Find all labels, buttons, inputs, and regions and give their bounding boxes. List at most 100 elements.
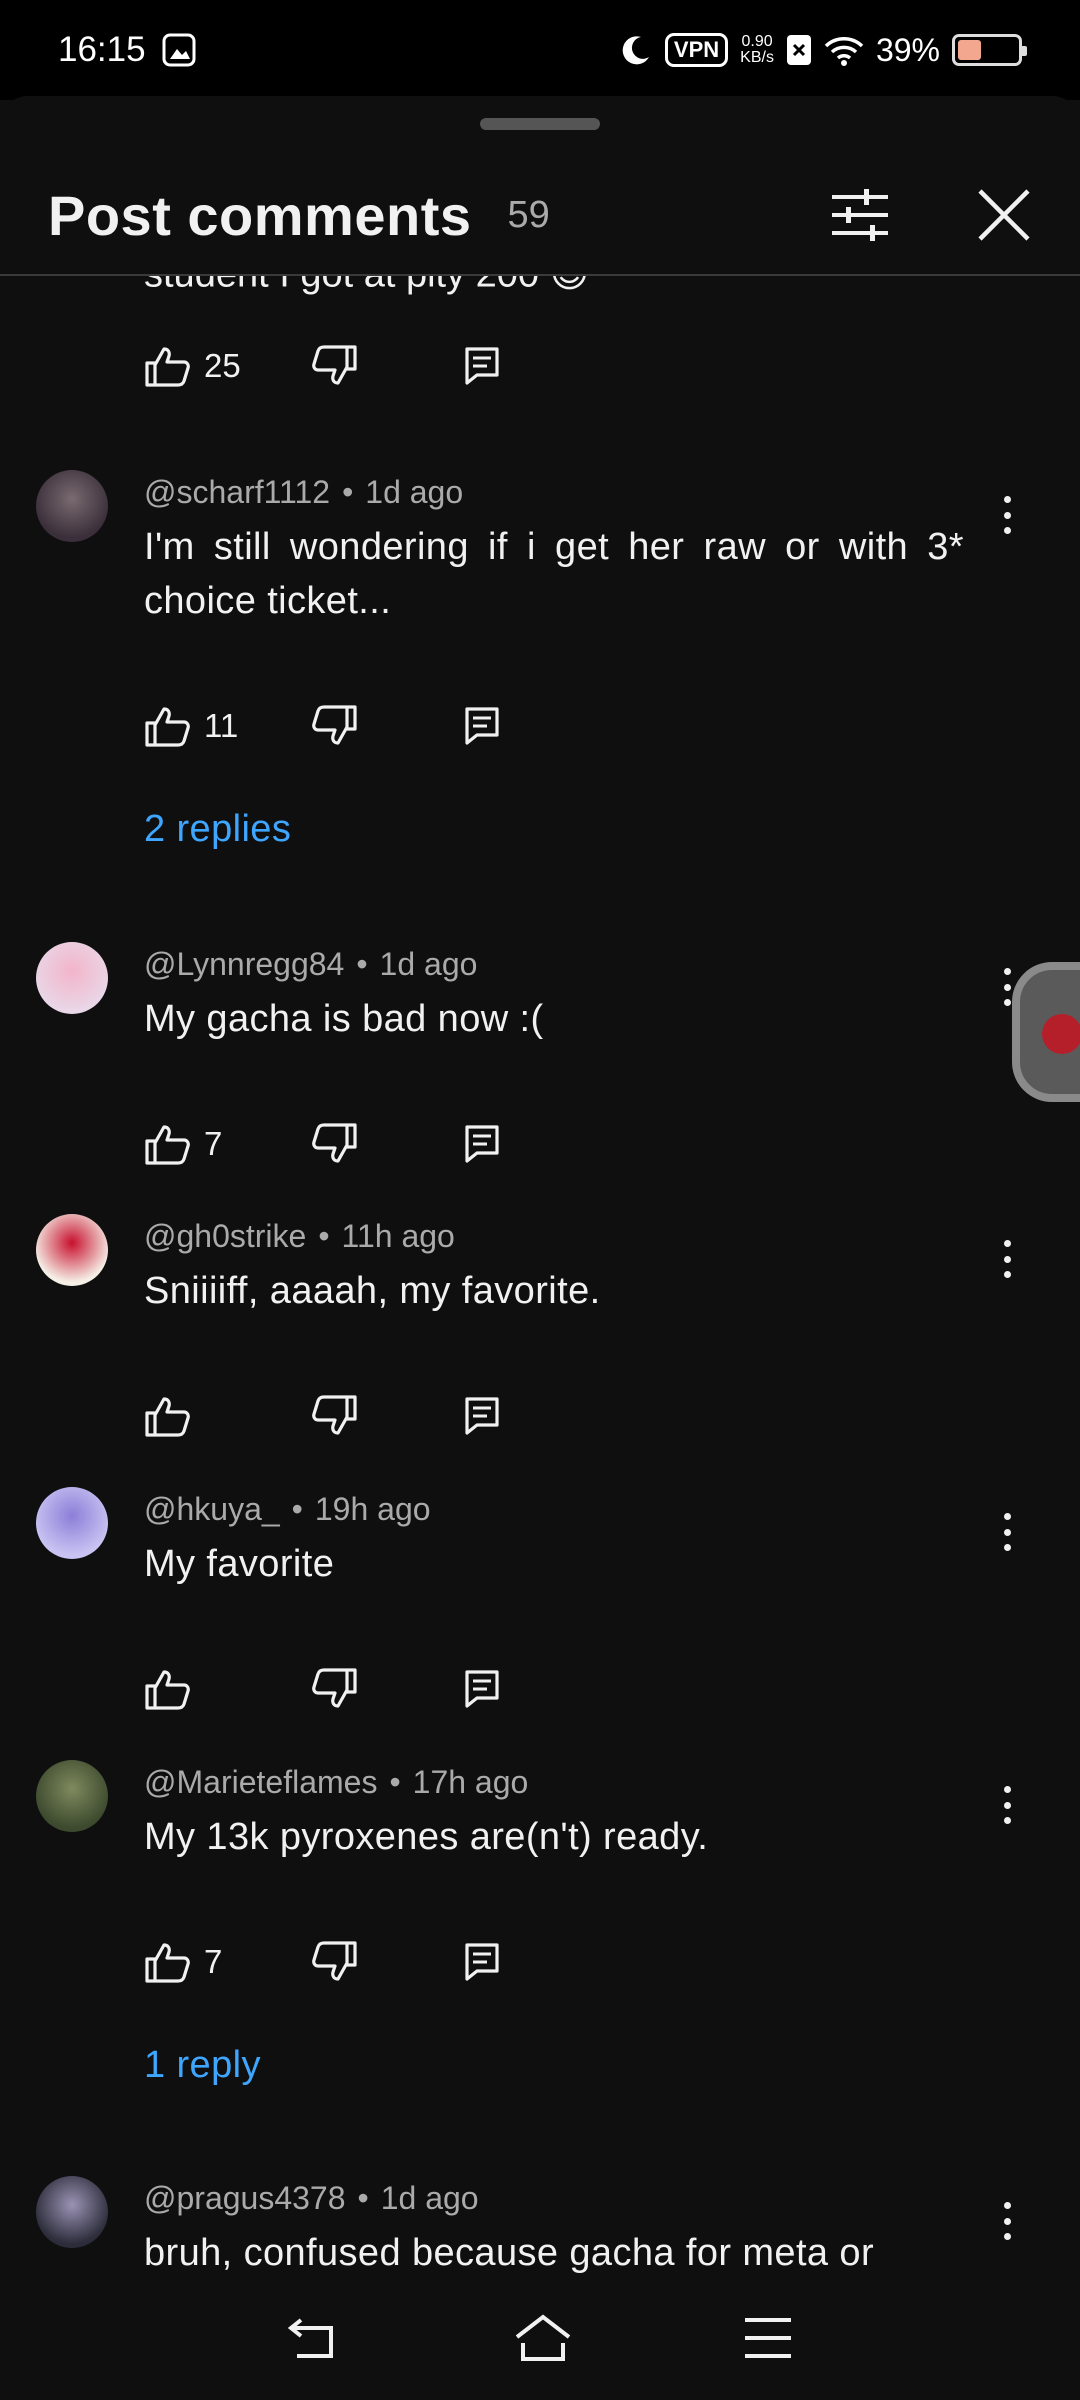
like-count: 25: [204, 347, 241, 384]
comment-reply-icon[interactable]: [464, 1669, 500, 1709]
comment-actions: [144, 1659, 500, 1719]
avatar[interactable]: [36, 1760, 108, 1832]
comment-text: bruh, confused because gacha for meta or: [144, 2232, 875, 2274]
comment-time: 1d ago: [379, 946, 478, 982]
status-right: VPN 0.90 KB/s 39%: [619, 32, 1027, 69]
kebab-dot: [1003, 1271, 1011, 1278]
comment-meta: @hkuya_ • 19h ago: [144, 1491, 431, 1528]
comment-meta: @Lynnregg84 • 1d ago: [144, 946, 477, 983]
comment-author[interactable]: @Marieteflames: [144, 1764, 377, 1800]
dislike-button[interactable]: [312, 705, 464, 747]
thumb-down-icon[interactable]: [312, 1395, 358, 1437]
kebab-dot: [1003, 527, 1011, 534]
back-icon[interactable]: [287, 2314, 343, 2367]
home-icon[interactable]: [513, 2313, 573, 2368]
like-button[interactable]: 11: [144, 705, 312, 747]
drag-handle[interactable]: [480, 118, 600, 130]
close-icon[interactable]: [976, 187, 1032, 243]
kebab-dot: [1003, 2217, 1011, 2225]
comment-time: 1d ago: [380, 2180, 479, 2216]
comment-reply-icon[interactable]: [464, 1942, 500, 1982]
like-button[interactable]: [144, 1668, 312, 1710]
comment-reply-icon[interactable]: [464, 346, 500, 386]
comment-meta: @gh0strike • 11h ago: [144, 1218, 455, 1255]
comment-actions: 25: [144, 336, 500, 396]
network-speed-unit: KB/s: [740, 49, 774, 66]
comment-author[interactable]: @gh0strike: [144, 1218, 306, 1254]
more-vert-icon[interactable]: [992, 1780, 1022, 1830]
comment-author[interactable]: @Lynnregg84: [144, 946, 344, 982]
sliders-icon[interactable]: [830, 187, 890, 243]
like-button[interactable]: 25: [144, 345, 312, 387]
thumb-up-icon[interactable]: [144, 1395, 190, 1437]
like-button[interactable]: 7: [144, 1123, 312, 1165]
battery-icon: [952, 34, 1027, 66]
dislike-button[interactable]: [312, 1395, 464, 1437]
thumb-down-icon[interactable]: [312, 1123, 358, 1165]
comment-meta: @scharf1112 • 1d ago: [144, 474, 463, 511]
comment-time: 19h ago: [314, 1491, 431, 1527]
more-vert-icon[interactable]: [992, 490, 1022, 540]
avatar[interactable]: [36, 942, 108, 1014]
floating-assistant-bubble[interactable]: [1012, 962, 1080, 1102]
gallery-notification-icon: [162, 33, 196, 67]
like-button[interactable]: [144, 1395, 312, 1437]
comment-text: My gacha is bad now :(: [144, 998, 544, 1040]
view-replies-link[interactable]: 2 replies: [144, 808, 291, 851]
like-button[interactable]: 7: [144, 1941, 312, 1983]
view-replies-link[interactable]: 1 reply: [144, 2044, 261, 2087]
comment-reply-icon[interactable]: [464, 706, 500, 746]
dislike-button[interactable]: [312, 1668, 464, 1710]
kebab-dot: [1003, 1544, 1011, 1551]
meta-separator: •: [291, 1491, 303, 1527]
thumb-up-icon[interactable]: [144, 705, 190, 747]
dislike-button[interactable]: [312, 1123, 464, 1165]
thumb-up-icon[interactable]: [144, 1941, 190, 1983]
comment-actions: [144, 1386, 500, 1446]
menu-icon[interactable]: [743, 2316, 793, 2365]
thumb-up-icon[interactable]: [144, 1123, 190, 1165]
avatar[interactable]: [36, 1214, 108, 1286]
comment-author[interactable]: @scharf1112: [144, 474, 330, 510]
kebab-dot: [1003, 496, 1011, 503]
dislike-button[interactable]: [312, 1941, 464, 1983]
comment-reply-icon[interactable]: [464, 1124, 500, 1164]
kebab-dot: [1003, 983, 1011, 991]
thumb-down-icon[interactable]: [312, 1941, 358, 1983]
more-vert-icon[interactable]: [992, 2196, 1022, 2246]
avatar[interactable]: [36, 2176, 108, 2248]
comment-meta: @Marieteflames • 17h ago: [144, 1764, 528, 1801]
more-vert-icon[interactable]: [992, 1507, 1022, 1557]
thumb-up-icon[interactable]: [144, 1668, 190, 1710]
meta-separator: •: [389, 1764, 401, 1800]
comment-actions: 7: [144, 1114, 500, 1174]
kebab-dot: [1003, 2202, 1011, 2209]
thumb-down-icon[interactable]: [312, 345, 358, 387]
meta-separator: •: [357, 2180, 369, 2216]
battery-fill: [958, 40, 981, 60]
kebab-dot: [1003, 1528, 1011, 1536]
thumb-up-icon[interactable]: [144, 345, 190, 387]
kebab-dot: [1003, 511, 1011, 519]
comment-time: 1d ago: [365, 474, 464, 510]
kebab-dot: [1003, 968, 1011, 975]
thumb-down-icon[interactable]: [312, 1668, 358, 1710]
comment-text: Sniiiiff, aaaah, my favorite.: [144, 1270, 601, 1312]
kebab-dot: [1003, 1513, 1011, 1520]
kebab-dot: [1003, 2233, 1011, 2240]
dislike-button[interactable]: [312, 345, 464, 387]
comment-actions: 7: [144, 1932, 500, 1992]
thumb-down-icon[interactable]: [312, 705, 358, 747]
like-count: 7: [204, 1943, 223, 1980]
like-count: 11: [204, 707, 239, 744]
comment-author[interactable]: @pragus4378: [144, 2180, 346, 2216]
more-vert-icon[interactable]: [992, 1234, 1022, 1284]
avatar[interactable]: [36, 470, 108, 542]
system-nav-bar: [0, 2280, 1080, 2400]
comment-reply-icon[interactable]: [464, 1396, 500, 1436]
kebab-dot: [1003, 1240, 1011, 1247]
comment-actions: 11: [144, 696, 500, 756]
comment-author[interactable]: @hkuya_: [144, 1491, 280, 1527]
avatar[interactable]: [36, 1487, 108, 1559]
comment-text: I'm still wondering if i get her raw or …: [144, 526, 964, 622]
